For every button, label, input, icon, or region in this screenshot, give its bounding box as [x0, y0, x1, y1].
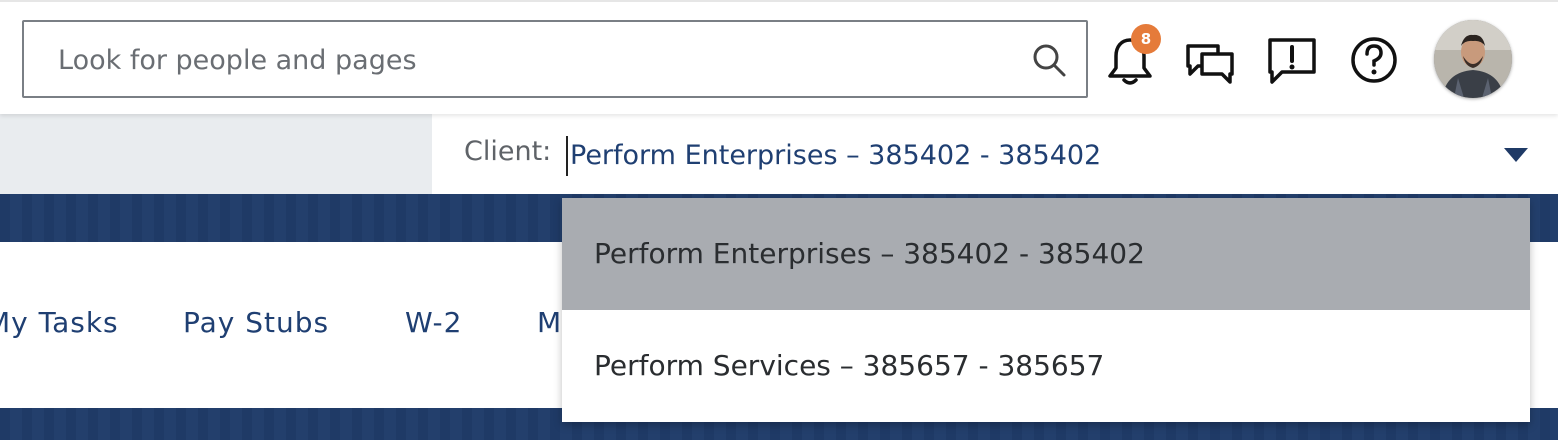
- dropdown-arrow-icon[interactable]: [1504, 148, 1528, 162]
- client-dropdown-menu: Perform Enterprises – 385402 - 385402 Pe…: [562, 198, 1530, 422]
- dropdown-option-selected[interactable]: Perform Enterprises – 385402 - 385402: [562, 198, 1530, 310]
- help-icon[interactable]: [1348, 32, 1400, 88]
- search-input[interactable]: [56, 36, 1020, 84]
- notification-badge: 8: [1131, 24, 1161, 54]
- search-box[interactable]: [22, 20, 1088, 98]
- feedback-icon[interactable]: [1266, 32, 1318, 88]
- chat-icon[interactable]: [1184, 32, 1236, 88]
- top-header: 8: [0, 0, 1558, 114]
- nav-item-my-tasks[interactable]: My Tasks: [0, 306, 119, 339]
- client-select-value[interactable]: Perform Enterprises – 385402 - 385402: [566, 136, 1101, 176]
- nav-item-w2[interactable]: W-2: [405, 306, 462, 339]
- nav-item-pay-stubs[interactable]: Pay Stubs: [183, 306, 329, 339]
- avatar[interactable]: [1434, 20, 1512, 98]
- search-icon[interactable]: [1030, 41, 1068, 79]
- client-label: Client:: [464, 136, 552, 167]
- client-bar-left-panel: [0, 114, 432, 194]
- dropdown-option[interactable]: Perform Services – 385657 - 385657: [562, 310, 1530, 422]
- nav-item-more[interactable]: M: [537, 306, 562, 339]
